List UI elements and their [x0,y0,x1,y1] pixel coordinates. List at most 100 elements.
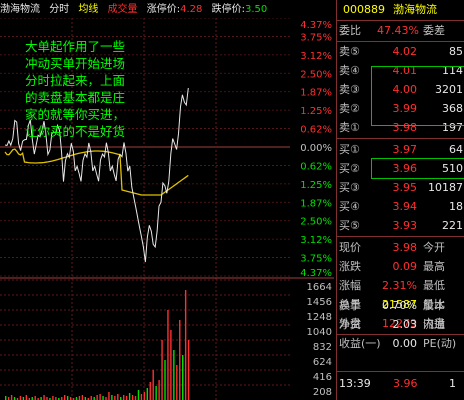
volume-bar [64,395,66,400]
volume-bar [158,380,160,400]
volume-tick-label: 832 [313,342,332,353]
volume-bar [43,395,45,400]
buy-price: 3.94 [392,200,418,213]
tab-avg-line[interactable]: 均线 [78,0,98,20]
stat-label: 净资 [339,318,361,331]
sell-price: 4.01 [392,64,418,77]
volume-bar [108,392,110,400]
tick-volume: 1 [449,377,456,390]
buy-label: 买⑤ [339,219,360,232]
limit-up-label: 涨停价: [146,4,181,15]
sell-row[interactable]: 卖④ 4.01 114 [337,61,464,80]
sell-label: 卖④ [339,64,360,77]
pct-tick-label: 1.87% [300,198,332,209]
volume-bars [5,290,190,400]
volume-bar [131,395,134,400]
volume-bar [102,396,104,400]
buy-label: 买④ [339,200,360,213]
volume-bar [114,396,116,400]
stat-value: 3.98 [392,241,418,254]
volume-bar [66,396,69,400]
quote-panel: 000889 渤海物流 委比 47.43% 委差 卖⑤ 4.02 85 卖④ 4.01 1… [336,0,464,400]
volume-tick-label: 1040 [307,327,332,338]
sell-label: 卖① [339,121,360,134]
stat-row: 换手 0.70% 股本 [337,296,464,315]
sell-row[interactable]: 卖⑤ 4.02 85 [337,42,464,61]
buy-row[interactable]: 买① 3.97 64 [337,140,464,159]
sell-volume: 85 [449,45,463,58]
volume-bar [187,340,190,400]
pct-tick-label: 1.87% [300,88,332,99]
limit-down-value: 3.50 [244,4,268,15]
pct-tick-label: 0.00% [300,143,332,154]
volume-tick-label: 1248 [307,312,332,323]
tick-price: 3.96 [393,377,418,390]
buy-row[interactable]: 买⑤ 3.93 221 [337,216,464,235]
buy-volume: 10187 [428,181,463,194]
buy-volume: 221 [442,219,463,232]
volume-bar [179,320,181,400]
stat-label-2: 最高 [423,260,445,273]
tab-volume[interactable]: 成交量 [108,0,138,20]
sell-row[interactable]: 卖① 3.98 197 [337,118,464,137]
annotation-line: 的卖盘基本都是庄 [25,90,126,105]
pct-tick-label: 1.25% [300,106,332,117]
stat-row: 收益(一) 0.00 PE(动) [337,334,464,353]
volume-bar [170,330,172,400]
volume-bar [99,394,101,400]
ratio-label: 委比 [339,24,361,37]
volume-tick-label: 624 [313,357,332,368]
buy-volume: 18 [449,200,463,213]
buy-price: 3.97 [392,143,418,156]
volume-bar [167,310,169,400]
volume-bar [164,360,166,400]
stock-name: 渤海物流 [0,4,40,15]
sell-price: 3.98 [392,121,418,134]
volume-bar [176,365,178,400]
axis-labels: 4.37%3.75%3.12%2.50%1.87%1.25%0.62%0.00%… [300,20,332,398]
volume-bar [117,394,119,400]
stat-label-2: 股本 [423,299,445,312]
volume-bar [161,340,163,400]
sell-volume: 114 [442,64,463,77]
stat-label: 涨跌 [339,260,361,273]
volume-bar [52,396,54,400]
sell-row[interactable]: 卖② 3.99 368 [337,99,464,118]
volume-bar [19,396,22,400]
annotation-text: 大单起作用了一些 冲动买单开始进场 分时拉起来，上面 的卖盘基本都是庄 家的就等… [25,38,173,140]
stat-value: 2.31% [382,279,417,292]
sell-price: 4.00 [392,83,418,96]
buy-row[interactable]: 买③ 3.95 10187 [337,178,464,197]
tick-time: 13:39 [339,377,371,390]
buy-row[interactable]: 买④ 3.94 18 [337,197,464,216]
annotation-line: 家的就等你买进， [25,107,126,122]
tick-row: 13:39 3.96 1 [337,374,464,393]
pct-tick-label: 3.75% [300,32,332,43]
volume-bar [155,386,157,400]
sell-volume: 3201 [435,83,463,96]
volume-bar [10,395,13,400]
sell-row[interactable]: 卖③ 4.00 3201 [337,80,464,99]
buy-price: 3.93 [392,219,418,232]
order-ratio-row: 委比 47.43% 委差 [337,21,464,40]
volume-tick-label: 1664 [307,282,332,293]
stat-label-2: 最低 [423,279,445,292]
stat-label: 涨幅 [339,279,361,292]
volume-bar [34,396,36,400]
volume-bar [152,370,154,400]
stat-label-2: 今开 [423,241,445,254]
pct-tick-label: 4.37% [300,268,332,279]
pct-tick-label: 2.50% [300,69,332,80]
stat-value: 0.70% [382,299,417,312]
volume-bar [137,390,140,400]
stat-row: 现价 3.98 今开 [337,238,464,257]
pct-tick-label: 2.50% [300,217,332,228]
ratio-value: 47.43% [377,24,419,37]
tab-timeshare[interactable]: 分时 [49,0,69,20]
pct-tick-label: 1.25% [300,180,332,191]
volume-bar [173,350,175,400]
sell-volume: 197 [442,121,463,134]
limit-down-label: 跌停价: [211,4,245,15]
buy-row[interactable]: 买② 3.96 510 [337,159,464,178]
pct-tick-label: 0.62% [300,125,332,136]
